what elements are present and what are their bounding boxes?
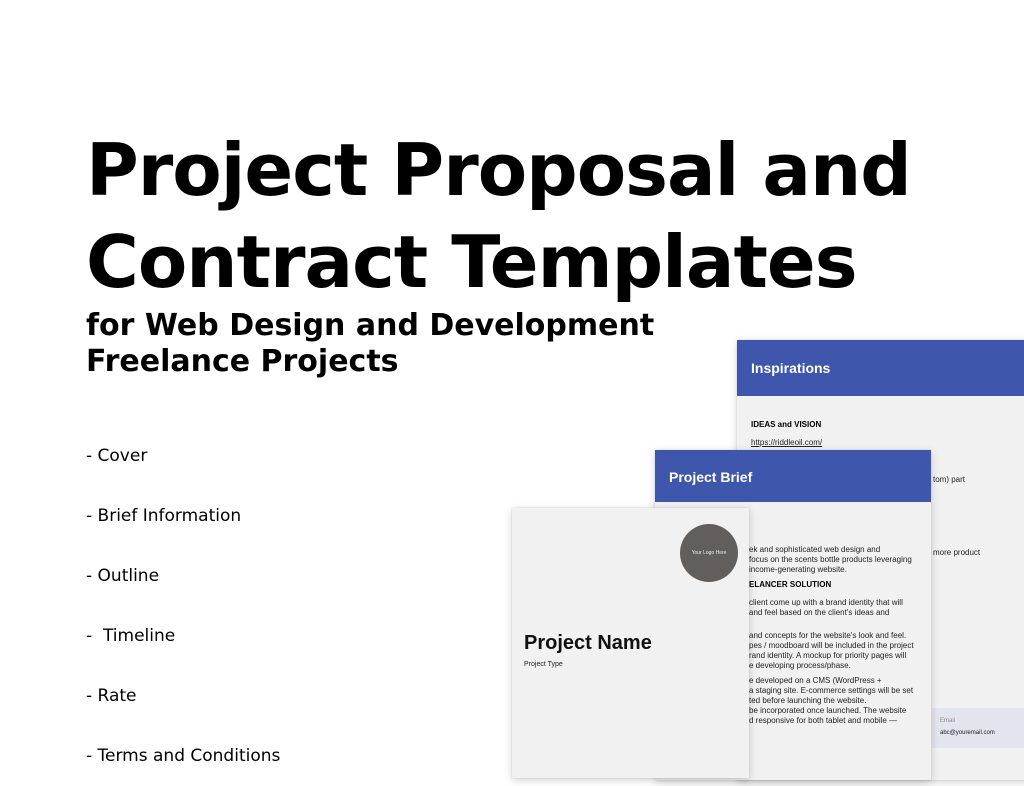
brief-text-line: e developed on a CMS (WordPress +	[749, 676, 882, 685]
brief-text-line: client come up with a brand identity tha…	[749, 598, 903, 607]
cover-page-preview: Your Logo Here Project Name Project Type	[512, 508, 749, 778]
logo-placeholder-text: Your Logo Here	[691, 550, 727, 556]
page-title: Project Proposal and Contract Templates	[86, 124, 912, 308]
inspiration-link: https://riddleoil.com/	[751, 438, 823, 447]
brief-text-line: and feel based on the client's ideas and	[749, 608, 890, 617]
brief-header: Project Brief	[655, 450, 931, 502]
page-subtitle: for Web Design and Development Freelance…	[86, 308, 654, 380]
contents-item: - Timeline	[86, 626, 176, 646]
freelancer-solution-heading: ELANCER SOLUTION	[749, 580, 832, 589]
brief-text-line: e developing process/phase.	[749, 661, 851, 670]
brief-text-line: ek and sophisticated web design and	[749, 545, 881, 554]
inspirations-fragment: tom) part	[933, 475, 966, 484]
brief-text-line: focus on the scents bottle products leve…	[749, 555, 912, 564]
contents-item: - Outline	[86, 566, 160, 586]
email-label: Email	[940, 718, 956, 724]
brief-text-line: d responsive for both tablet and mobile …	[749, 716, 898, 725]
brief-text-line: pes / moodboard will be included in the …	[749, 641, 914, 650]
contents-item: - Brief Information	[86, 506, 242, 526]
contents-list: - Cover - Brief Information - Outline - …	[86, 406, 280, 786]
logo-placeholder: Your Logo Here	[680, 524, 738, 582]
subtitle-line-2: Freelance Projects	[86, 344, 399, 379]
project-type: Project Type	[524, 661, 563, 668]
title-line-2: Contract Templates	[86, 220, 858, 304]
inspirations-header: Inspirations	[737, 340, 1024, 396]
brief-text-line: be incorporated once launched. The websi…	[749, 706, 907, 715]
email-value: abc@youremail.com	[940, 730, 995, 736]
title-line-1: Project Proposal and	[86, 128, 912, 212]
contact-strip: Email abc@youremail.com	[932, 708, 1024, 748]
brief-header-title: Project Brief	[669, 469, 753, 485]
inspirations-header-title: Inspirations	[751, 360, 831, 376]
contents-item: - Rate	[86, 686, 137, 706]
brief-text-line: and concepts for the website's look and …	[749, 631, 907, 640]
contents-item: - Cover	[86, 446, 148, 466]
brief-text-line: a staging site. E-commerce settings will…	[749, 686, 914, 695]
brief-text-line: rand identity. A mockup for priority pag…	[749, 651, 907, 660]
project-name: Project Name	[524, 632, 652, 654]
contents-item: - Terms and Conditions	[86, 746, 281, 766]
brief-text-line: income-generating website.	[749, 565, 847, 574]
ideas-vision-heading: IDEAS and VISION	[751, 420, 822, 429]
brief-text-line: ted before launching the website.	[749, 696, 867, 705]
subtitle-line-1: for Web Design and Development	[86, 308, 655, 343]
inspirations-fragment: more product	[933, 548, 981, 557]
